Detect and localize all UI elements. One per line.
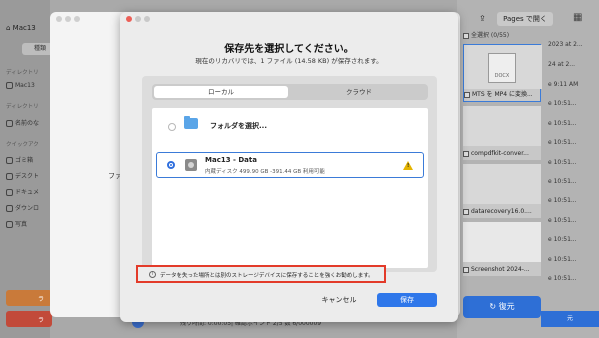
- folder-radio[interactable]: [168, 123, 176, 131]
- bg-sidebar-section: ディレクトリ: [6, 70, 39, 76]
- cancel-button[interactable]: キャンセル: [313, 293, 365, 307]
- drive-icon: [185, 159, 197, 171]
- date-cell: e 10:51...: [548, 178, 577, 185]
- window-controls: [126, 16, 153, 24]
- bg-orange-button[interactable]: ラ: [6, 290, 52, 306]
- drive-name: Mac13 - Data: [205, 156, 257, 164]
- bg-sidebar-section: クイックアク: [6, 142, 39, 148]
- date-cell: 24 at 2...: [548, 61, 576, 68]
- date-cell: e 10:51...: [548, 256, 577, 263]
- tab-cloud[interactable]: クラウド: [292, 86, 426, 98]
- file-name: datarecovery16.0....: [463, 206, 541, 218]
- tab-local[interactable]: ローカル: [154, 86, 288, 98]
- notice-text: データを失った場所とは別のストレージデバイスに保存することを強くお勧めします。: [160, 273, 374, 279]
- date-cell: e 10:51...: [548, 120, 577, 127]
- dialog-title: 保存先を選択してください。: [224, 44, 354, 55]
- restore-button-secondary[interactable]: 元: [541, 311, 599, 327]
- info-icon: i: [149, 271, 156, 278]
- date-cell: e 10:51...: [548, 275, 577, 282]
- select-all-checkbox[interactable]: 全選択 (0/55): [463, 30, 509, 39]
- bg-sidebar-item[interactable]: Mac13: [6, 82, 35, 89]
- bg-sidebar-item[interactable]: ゴミ箱: [6, 155, 33, 164]
- destination-panel: ローカル クラウド フォルダを選択... Mac13 - Data 内蔵ディスク…: [142, 76, 437, 272]
- drive-row[interactable]: Mac13 - Data 内蔵ディスク 499.90 GB -391.44 GB…: [156, 152, 424, 178]
- date-cell: e 10:51...: [548, 139, 577, 146]
- file-thumbnail: DOCX: [464, 45, 542, 89]
- file-card[interactable]: compdfkit-conver...: [463, 106, 541, 160]
- bg-sidebar-item[interactable]: 写真: [6, 219, 27, 228]
- date-cell: e 10:51...: [548, 197, 577, 204]
- file-thumbnail: [463, 222, 541, 262]
- bg-right-header: ⇪ Pages で開く ▦: [457, 12, 599, 28]
- recommendation-notice: i データを失った場所とは別のストレージデバイスに保存することを強くお勧めします…: [136, 265, 386, 283]
- save-button[interactable]: 保存: [377, 293, 437, 307]
- restore-button[interactable]: ↻ 復元: [463, 296, 541, 318]
- bg-sidebar-item[interactable]: ドキュメ: [6, 187, 39, 196]
- file-name: compdfkit-conver...: [463, 148, 541, 160]
- save-location-dialog: 保存先を選択してください。 現在のリカバリでは、1 ファイル (14.58 KB…: [120, 12, 458, 322]
- window-controls: [56, 16, 83, 24]
- home-icon[interactable]: ⌂ Mac13: [6, 24, 36, 32]
- date-cell: 2023 at 2...: [548, 41, 583, 48]
- share-icon[interactable]: ⇪: [479, 14, 486, 23]
- file-card[interactable]: Screenshot 2024-...: [463, 222, 541, 276]
- destination-list: フォルダを選択... Mac13 - Data 内蔵ディスク 499.90 GB…: [152, 108, 428, 268]
- date-cell: e 10:51...: [548, 159, 577, 166]
- choose-folder-label: フォルダを選択...: [210, 122, 267, 130]
- file-thumbnail: [463, 164, 541, 204]
- file-card[interactable]: DOCX MTS を MP4 に変換...: [463, 44, 542, 102]
- minimize-button[interactable]: [135, 16, 141, 22]
- choose-folder-row[interactable]: フォルダを選択...: [152, 112, 428, 142]
- bg-sidebar-item[interactable]: デスクト: [6, 171, 39, 180]
- file-name: Screenshot 2024-...: [463, 264, 541, 276]
- dialog-subtitle: 現在のリカバリでは、1 ファイル (14.58 KB) が保存されます。: [195, 57, 383, 65]
- drive-info: 内蔵ディスク 499.90 GB -391.44 GB 利用可能: [205, 169, 325, 175]
- docx-icon: DOCX: [488, 53, 516, 83]
- date-cell: e 10:51...: [548, 236, 577, 243]
- date-cell: e 10:51...: [548, 100, 577, 107]
- drive-radio[interactable]: [167, 161, 175, 169]
- location-tabs: ローカル クラウド: [152, 84, 428, 100]
- bg-sidebar-item[interactable]: 名前のな: [6, 118, 39, 127]
- open-in-pages-button[interactable]: Pages で開く: [497, 12, 553, 26]
- file-thumbnail: [463, 106, 541, 146]
- bg-sidebar-item[interactable]: ダウンロ: [6, 203, 39, 212]
- date-cell: e 9:11 AM: [548, 81, 579, 88]
- zoom-button[interactable]: [144, 16, 150, 22]
- date-cell: e 10:51...: [548, 217, 577, 224]
- grid-icon[interactable]: ▦: [573, 12, 582, 23]
- close-button[interactable]: [126, 16, 132, 22]
- folder-icon: [184, 116, 198, 129]
- restore-icon: ↻: [489, 302, 497, 311]
- file-card[interactable]: datarecovery16.0....: [463, 164, 541, 218]
- bg-home-label: Mac13: [12, 24, 36, 32]
- warning-icon: [403, 161, 413, 170]
- file-name: MTS を MP4 に変換...: [464, 89, 542, 101]
- bg-red-button[interactable]: ラ: [6, 311, 52, 327]
- bg-sidebar-section: ディレクトリ: [6, 104, 39, 110]
